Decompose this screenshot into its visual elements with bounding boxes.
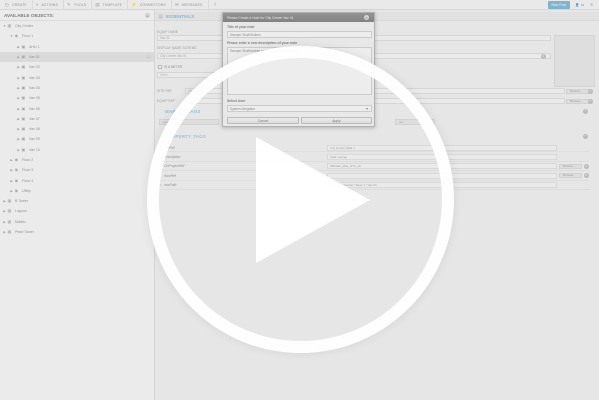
play-icon[interactable] <box>256 137 370 263</box>
